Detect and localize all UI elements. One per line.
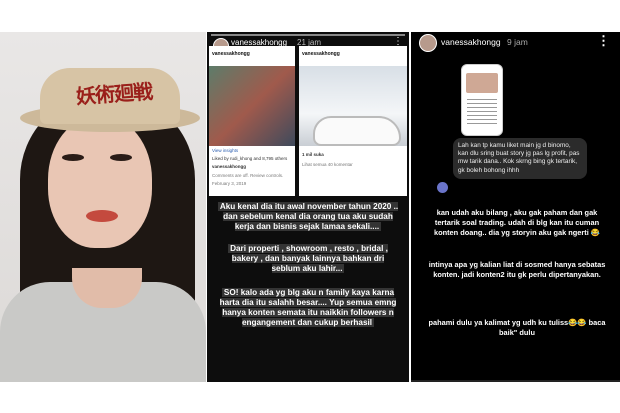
left-eye	[62, 154, 84, 161]
sender-avatar	[437, 182, 448, 193]
story-right: vanessakhongg 9 jam ⋮ Lah kan tp kamu li…	[411, 32, 620, 382]
story-text-1: Aku kenal dia itu awal november tahun 20…	[215, 202, 401, 232]
ss2-username: vanessakhongg	[302, 51, 340, 57]
screenshot-post-2: vanessakhongg 1 mil suka Lihat semua 40 …	[299, 46, 407, 196]
lips	[86, 210, 118, 222]
ss1-comments: Comments are off. Review controls.	[212, 173, 284, 178]
story-progress-bar	[211, 34, 405, 36]
ss1-photo	[209, 66, 295, 146]
ss1-username: vanessakhongg	[212, 51, 250, 57]
story-text-1: kan udah aku bilang , aku gak paham dan …	[433, 208, 601, 237]
ss1-date: February 3, 2019	[212, 181, 247, 186]
car-shape	[313, 116, 401, 146]
right-eye	[110, 154, 132, 161]
ss1-likes: Liked by rudi_khong and 8,795 others	[212, 156, 288, 161]
thumb-text-lines	[467, 99, 497, 127]
story-avatar[interactable]	[419, 34, 437, 52]
story-text-1-content: Aku kenal dia itu awal november tahun 20…	[217, 202, 399, 231]
ss1-caption-user: vanessakhongg	[212, 164, 247, 169]
profile-photo: 妖術廻戦	[0, 32, 206, 382]
screenshot-post-1: vanessakhongg View insights Liked by rud…	[209, 46, 295, 196]
story-username[interactable]: vanessakhongg	[441, 37, 501, 47]
reply-thumbnail	[461, 64, 503, 136]
story-text-2: intinya apa yg kalian liat di sosmed han…	[428, 260, 606, 279]
story-progress-bar	[411, 380, 620, 382]
story-time: 9 jam	[507, 37, 528, 47]
reply-message-bubble: Lah kan tp kamu liket main jg d binomo, …	[453, 138, 587, 179]
story-text-3: pahami dulu ya kalimat yg udh ku tuliss😂…	[428, 318, 606, 337]
story-text-2: Dari properti , showroom , resto , brida…	[217, 244, 399, 274]
ss2-comments: Lihat semua 40 komentar	[302, 162, 353, 167]
more-icon[interactable]: ⋮	[597, 33, 610, 49]
ss2-photo	[299, 66, 407, 146]
ss2-likes: 1 mil suka	[302, 152, 324, 157]
face	[48, 116, 152, 248]
story-middle: vanessakhongg 21 jam ⋮ vanessakhongg Vie…	[207, 32, 409, 382]
story-text-2-content: Dari properti , showroom , resto , brida…	[228, 244, 388, 273]
thumb-image	[466, 73, 498, 93]
ss1-insights: View insights	[212, 148, 239, 153]
story-text-3: SO! kalo ada yg blg aku n family kaya ka…	[215, 288, 401, 328]
story-text-3-content: SO! kalo ada yg blg aku n family kaya ka…	[219, 288, 397, 327]
